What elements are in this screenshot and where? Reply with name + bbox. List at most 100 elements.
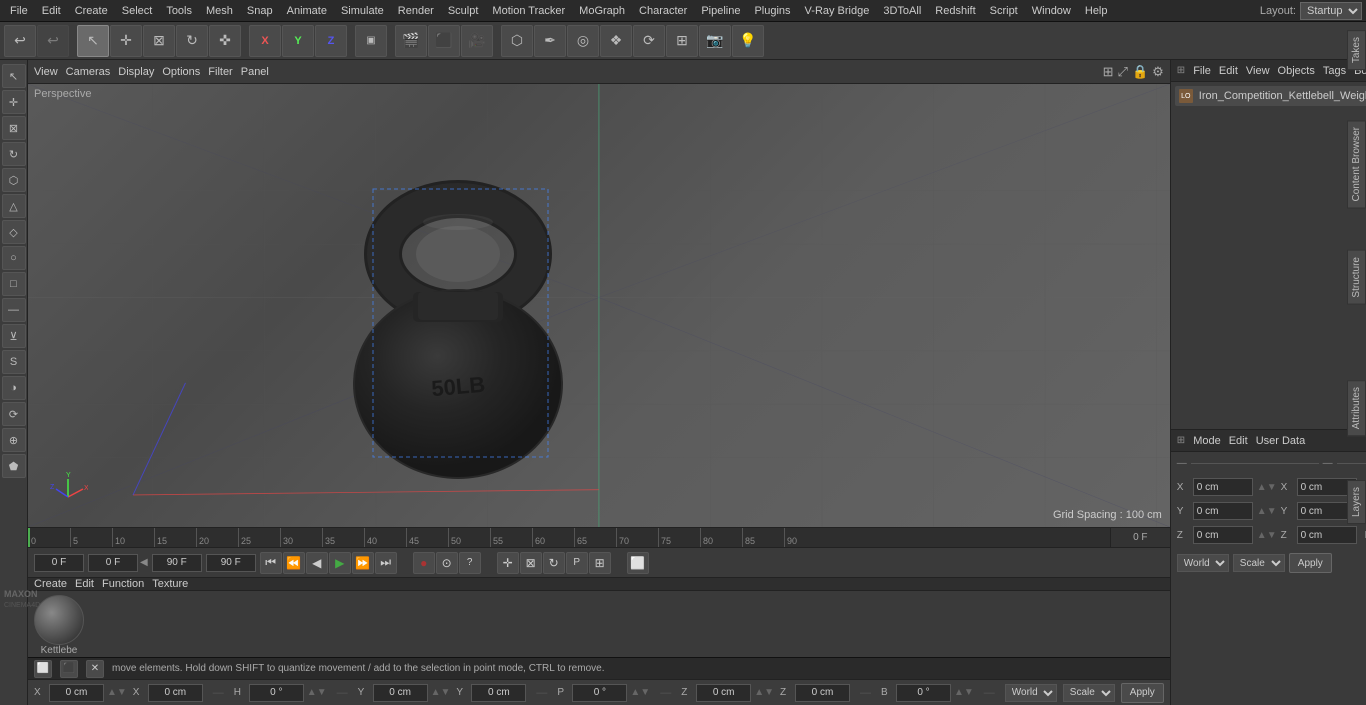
menu-animate[interactable]: Animate xyxy=(281,3,333,19)
record-button[interactable]: ● xyxy=(413,552,435,574)
takes-tab[interactable]: Takes xyxy=(1347,30,1366,70)
viewport-ctrl-arrows[interactable]: ⤢ xyxy=(1118,64,1128,80)
grid-snap-button[interactable]: ⊞ xyxy=(589,552,611,574)
om-menu-file[interactable]: File xyxy=(1193,65,1211,77)
menu-tools[interactable]: Tools xyxy=(160,3,198,19)
step-forward-button[interactable]: ⏩ xyxy=(352,552,374,574)
coord-x-input[interactable] xyxy=(49,684,104,702)
menu-simulate[interactable]: Simulate xyxy=(335,3,390,19)
camera-button[interactable]: 📷 xyxy=(699,25,731,57)
left-tool-2[interactable]: ⊠ xyxy=(2,116,26,140)
left-tool-1[interactable]: ✛ xyxy=(2,90,26,114)
menu-help[interactable]: Help xyxy=(1079,3,1114,19)
mograph-selection-button[interactable]: ❖ xyxy=(600,25,632,57)
coord-h-input[interactable] xyxy=(249,684,304,702)
attr-x-input[interactable] xyxy=(1193,478,1253,496)
z-axis-button[interactable]: Z xyxy=(315,25,347,57)
menu-snap[interactable]: Snap xyxy=(241,3,279,19)
viewport-menu-cameras[interactable]: Cameras xyxy=(66,66,111,78)
layers-tab[interactable]: Layers xyxy=(1347,480,1366,524)
auto-key-button[interactable]: ⊙ xyxy=(436,552,458,574)
step-back-button[interactable]: ⏪ xyxy=(283,552,305,574)
go-to-end-button[interactable]: ⏭ xyxy=(375,552,397,574)
viewport-ctrl-settings[interactable]: ⚙ xyxy=(1152,64,1164,80)
viewport-ctrl-expand[interactable]: ⊞ xyxy=(1103,64,1114,80)
menu-character[interactable]: Character xyxy=(633,3,693,19)
end-frame-input[interactable] xyxy=(152,554,202,572)
render-active-button[interactable]: 🎥 xyxy=(461,25,493,57)
menu-sculpt[interactable]: Sculpt xyxy=(442,3,485,19)
live-selection-button[interactable]: ◎ xyxy=(567,25,599,57)
move-mode-button[interactable]: ✛ xyxy=(497,552,519,574)
coord-p-input[interactable] xyxy=(572,684,627,702)
attr-z-input[interactable] xyxy=(1193,526,1253,544)
status-btn-3[interactable]: ✕ xyxy=(86,660,104,678)
y-axis-button[interactable]: Y xyxy=(282,25,314,57)
menu-render[interactable]: Render xyxy=(392,3,440,19)
menu-pipeline[interactable]: Pipeline xyxy=(695,3,746,19)
attr-menu-edit[interactable]: Edit xyxy=(1229,435,1248,447)
left-tool-3[interactable]: ↻ xyxy=(2,142,26,166)
viewport-menu-filter[interactable]: Filter xyxy=(208,66,232,78)
left-tool-13[interactable]: ⟳ xyxy=(2,402,26,426)
menu-select[interactable]: Select xyxy=(116,3,159,19)
coord-y-input[interactable] xyxy=(373,684,428,702)
universal-tool-button[interactable]: ✜ xyxy=(209,25,241,57)
light-button[interactable]: 💡 xyxy=(732,25,764,57)
left-tool-10[interactable]: ⊻ xyxy=(2,324,26,348)
status-btn-2[interactable]: ⬛ xyxy=(60,660,78,678)
attr-menu-mode[interactable]: Mode xyxy=(1193,435,1221,447)
left-tool-7[interactable]: ○ xyxy=(2,246,26,270)
render-region-button[interactable]: ⬛ xyxy=(428,25,460,57)
left-tool-9[interactable]: — xyxy=(2,298,26,322)
coord-z2-input[interactable] xyxy=(795,684,850,702)
material-menu-create[interactable]: Create xyxy=(34,578,67,590)
move-tool-button[interactable]: ✛ xyxy=(110,25,142,57)
attributes-tab[interactable]: Attributes xyxy=(1347,380,1366,436)
left-tool-15[interactable]: ⬟ xyxy=(2,454,26,478)
material-ball[interactable] xyxy=(34,595,84,645)
menu-mograph[interactable]: MoGraph xyxy=(573,3,631,19)
coord-b-input[interactable] xyxy=(896,684,951,702)
scale-tool-button[interactable]: ⊠ xyxy=(143,25,175,57)
viewport-ctrl-lock[interactable]: 🔒 xyxy=(1132,64,1148,80)
undo-button[interactable]: ↩ xyxy=(4,25,36,57)
menu-edit[interactable]: Edit xyxy=(36,3,67,19)
pen-tool-button[interactable]: ✒ xyxy=(534,25,566,57)
left-tool-4[interactable]: ⬡ xyxy=(2,168,26,192)
content-browser-tab[interactable]: Content Browser xyxy=(1347,120,1366,208)
x-axis-button[interactable]: X xyxy=(249,25,281,57)
attr-world-dropdown[interactable]: World xyxy=(1177,554,1229,572)
timeline-ruler[interactable]: 0 5 10 15 20 25 30 35 40 45 50 55 60 65 … xyxy=(28,528,1110,548)
object-row-kettlebell[interactable]: LO Iron_Competition_Kettlebell_Weight_50… xyxy=(1175,86,1366,106)
left-tool-6[interactable]: ◇ xyxy=(2,220,26,244)
om-menu-view[interactable]: View xyxy=(1246,65,1270,77)
menu-create[interactable]: Create xyxy=(69,3,114,19)
viewport-menu-view[interactable]: View xyxy=(34,66,58,78)
lasso-button[interactable]: ⟳ xyxy=(633,25,665,57)
viewport-menu-options[interactable]: Options xyxy=(162,66,200,78)
menu-motion-tracker[interactable]: Motion Tracker xyxy=(486,3,571,19)
left-tool-11[interactable]: S xyxy=(2,350,26,374)
scale-mode-button[interactable]: ⊠ xyxy=(520,552,542,574)
menu-3dtoall[interactable]: 3DToAll xyxy=(877,3,927,19)
material-menu-texture[interactable]: Texture xyxy=(152,578,188,590)
attr-apply-button[interactable]: Apply xyxy=(1289,553,1332,573)
left-tool-14[interactable]: ⊕ xyxy=(2,428,26,452)
coord-z-input[interactable] xyxy=(696,684,751,702)
menu-vray[interactable]: V-Ray Bridge xyxy=(799,3,876,19)
left-tool-0[interactable]: ↖ xyxy=(2,64,26,88)
play-button[interactable]: ▶ xyxy=(329,552,351,574)
left-tool-12[interactable]: ◑ xyxy=(2,376,26,400)
frame-step-back-input[interactable] xyxy=(88,554,138,572)
menu-window[interactable]: Window xyxy=(1026,3,1077,19)
material-menu-edit[interactable]: Edit xyxy=(75,578,94,590)
viewport-menu-panel[interactable]: Panel xyxy=(241,66,269,78)
grid-button[interactable]: ⊞ xyxy=(666,25,698,57)
attr-z2-input[interactable] xyxy=(1297,526,1357,544)
coord-y2-input[interactable] xyxy=(471,684,526,702)
object-mode-button[interactable]: ▣ xyxy=(355,25,387,57)
status-btn-1[interactable]: ⬜ xyxy=(34,660,52,678)
layout-select[interactable]: Startup xyxy=(1300,2,1362,20)
left-tool-8[interactable]: □ xyxy=(2,272,26,296)
